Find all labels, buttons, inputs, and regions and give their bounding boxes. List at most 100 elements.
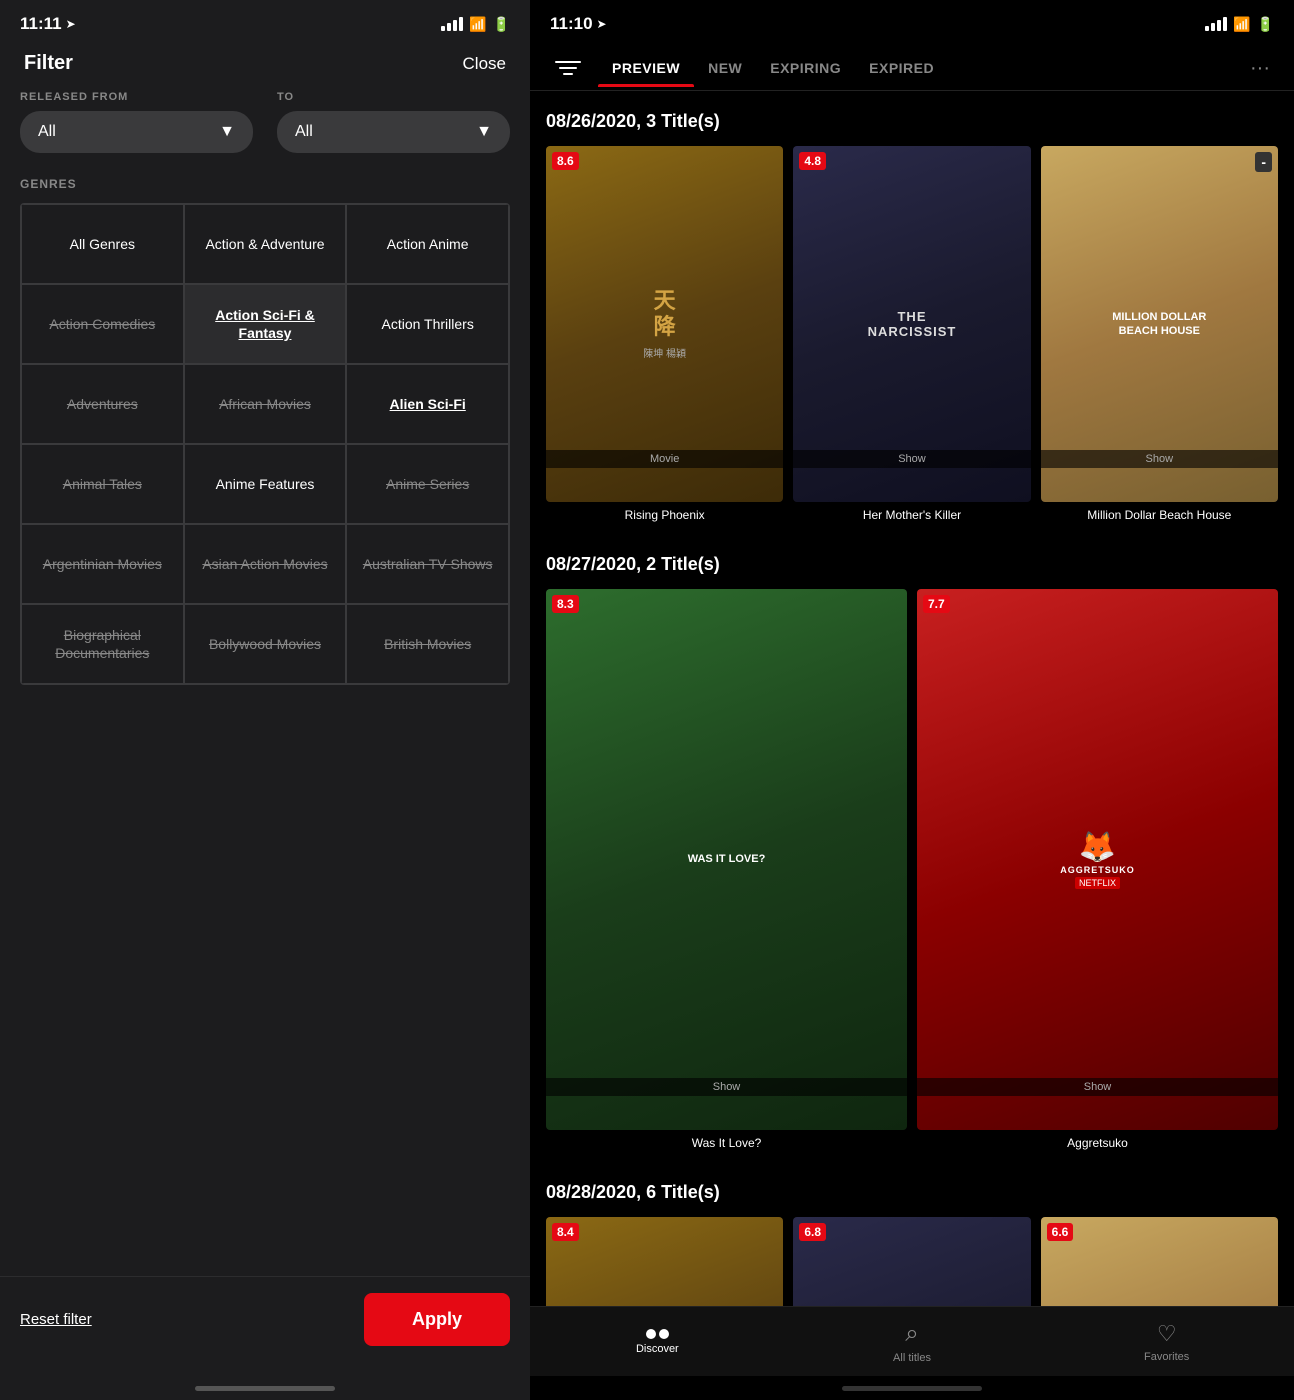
home-bar-right: [842, 1386, 982, 1391]
date-section: 08/28/2020, 6 Title(s)8.46.86.6: [530, 1162, 1294, 1306]
bottom-nav-discover[interactable]: Discover: [530, 1321, 785, 1363]
genre-cell[interactable]: Action Thrillers: [346, 284, 509, 364]
content-card[interactable]: THENARCISSIST 4.8ShowHer Mother's Killer: [793, 146, 1030, 524]
more-button[interactable]: ···: [1242, 49, 1278, 88]
genre-cell[interactable]: Anime Features: [184, 444, 347, 524]
rating-badge: 8.4: [552, 1223, 579, 1241]
battery-icon-left: 🔋: [493, 16, 510, 33]
bottom-tab-label: Discover: [636, 1343, 679, 1355]
to-dropdown[interactable]: All ▼: [277, 111, 510, 153]
card-thumbnail: 6.6: [1041, 1217, 1278, 1306]
location-icon-right: ➤: [597, 17, 607, 31]
favorites-icon: ♡: [1157, 1321, 1177, 1347]
genre-cell[interactable]: Asian Action Movies: [184, 524, 347, 604]
card-thumbnail: WAS IT LOVE? 8.3Show: [546, 589, 907, 1131]
bottom-tab-label: All titles: [893, 1352, 931, 1364]
time-right: 11:10: [550, 14, 593, 34]
genre-cell[interactable]: African Movies: [184, 364, 347, 444]
top-nav: PREVIEWNEWEXPIRINGEXPIRED ···: [530, 42, 1294, 91]
filter-panel: 11:11 ➤ 📶 🔋 Filter Close RELEASED FROM: [0, 0, 530, 1400]
status-bar-right: 11:10 ➤ 📶 🔋: [530, 0, 1294, 42]
home-indicator-right: [530, 1376, 1294, 1400]
nav-tab-expiring[interactable]: EXPIRING: [756, 50, 855, 86]
date-section: 08/27/2020, 2 Title(s) WAS IT LOVE? 8.3S…: [530, 534, 1294, 1162]
bottom-nav-favorites[interactable]: ♡ Favorites: [1039, 1313, 1294, 1371]
from-arrow: ▼: [219, 123, 235, 141]
status-icons-right: 📶 🔋: [1205, 16, 1274, 33]
genres-section: GENRES All GenresAction & AdventureActio…: [20, 177, 510, 685]
genre-cell[interactable]: Bollywood Movies: [184, 604, 347, 684]
filter-header: Filter Close: [0, 42, 530, 91]
content-panel: 11:10 ➤ 📶 🔋 PREVIEWNEWEXPIRINGEXPIRED: [530, 0, 1294, 1400]
genre-cell[interactable]: All Genres: [21, 204, 184, 284]
genre-cell[interactable]: Action Anime: [346, 204, 509, 284]
genre-cell[interactable]: Action Sci-Fi & Fantasy: [184, 284, 347, 364]
genre-cell[interactable]: Alien Sci-Fi: [346, 364, 509, 444]
bottom-nav: Discover ⌕All titles ♡ Favorites: [530, 1306, 1294, 1376]
card-title: Was It Love?: [546, 1136, 907, 1152]
home-bar-left: [195, 1386, 335, 1391]
content-card[interactable]: MILLION DOLLARBEACH HOUSE -Show Million D…: [1041, 146, 1278, 524]
battery-icon-right: 🔋: [1257, 16, 1274, 33]
content-card[interactable]: 8.4: [546, 1217, 783, 1306]
card-title: Rising Phoenix: [546, 508, 783, 524]
filter-icon-button[interactable]: [546, 46, 590, 90]
content-card[interactable]: 6.8: [793, 1217, 1030, 1306]
to-value: All: [295, 123, 313, 141]
genre-cell[interactable]: Australian TV Shows: [346, 524, 509, 604]
card-type-label: Show: [1041, 450, 1278, 468]
filter-footer: Reset filter Apply: [0, 1276, 530, 1376]
date-section: 08/26/2020, 3 Title(s) 天降 陳坤 楊穎 8.6Movie…: [530, 91, 1294, 534]
card-thumbnail: THENARCISSIST 4.8Show: [793, 146, 1030, 502]
rating-badge: 6.6: [1047, 1223, 1074, 1241]
location-icon-left: ➤: [66, 17, 76, 31]
nav-tabs: PREVIEWNEWEXPIRINGEXPIRED: [598, 50, 1242, 86]
card-type-label: Show: [917, 1078, 1278, 1096]
card-thumbnail: 🦊 AGGRETSUKO NETFLIX 7.7Show: [917, 589, 1278, 1131]
card-title: Million Dollar Beach House: [1041, 508, 1278, 524]
date-heading: 08/26/2020, 3 Title(s): [546, 111, 1278, 132]
genre-cell[interactable]: Adventures: [21, 364, 184, 444]
close-button[interactable]: Close: [463, 54, 506, 74]
content-card[interactable]: WAS IT LOVE? 8.3Show Was It Love?: [546, 589, 907, 1152]
genre-cell[interactable]: Argentinian Movies: [21, 524, 184, 604]
card-title: Aggretsuko: [917, 1136, 1278, 1152]
filter-title: Filter: [24, 52, 73, 75]
rating-badge: 4.8: [799, 152, 826, 170]
genre-grid: All GenresAction & AdventureAction Anime…: [20, 203, 510, 685]
genre-cell[interactable]: Biographical Documentaries: [21, 604, 184, 684]
apply-button[interactable]: Apply: [364, 1293, 510, 1346]
status-icons-left: 📶 🔋: [441, 16, 510, 33]
status-bar-left: 11:11 ➤ 📶 🔋: [0, 0, 530, 42]
date-heading: 08/27/2020, 2 Title(s): [546, 554, 1278, 575]
rating-badge: 7.7: [923, 595, 950, 613]
content-card[interactable]: 🦊 AGGRETSUKO NETFLIX 7.7ShowAggretsuko: [917, 589, 1278, 1152]
card-thumbnail: 8.4: [546, 1217, 783, 1306]
content-card[interactable]: 6.6: [1041, 1217, 1278, 1306]
genre-cell[interactable]: Action & Adventure: [184, 204, 347, 284]
content-card[interactable]: 天降 陳坤 楊穎 8.6MovieRising Phoenix: [546, 146, 783, 524]
to-group: TO All ▼: [277, 91, 510, 153]
card-type-label: Movie: [546, 450, 783, 468]
wifi-icon-left: 📶: [469, 16, 486, 33]
card-thumbnail: 6.8: [793, 1217, 1030, 1306]
nav-tab-expired[interactable]: EXPIRED: [855, 50, 948, 86]
signal-left: [441, 17, 463, 31]
nav-tab-new[interactable]: NEW: [694, 50, 756, 86]
cards-row: 天降 陳坤 楊穎 8.6MovieRising Phoenix THENARCI…: [546, 146, 1278, 524]
nav-tab-preview[interactable]: PREVIEW: [598, 50, 694, 86]
bottom-nav-all-titles[interactable]: ⌕All titles: [785, 1312, 1040, 1372]
genre-cell[interactable]: British Movies: [346, 604, 509, 684]
genre-cell[interactable]: Animal Tales: [21, 444, 184, 524]
bottom-tab-label: Favorites: [1144, 1351, 1189, 1363]
to-label: TO: [277, 91, 510, 103]
card-type-label: Show: [793, 450, 1030, 468]
genre-cell[interactable]: Action Comedies: [21, 284, 184, 364]
from-dropdown[interactable]: All ▼: [20, 111, 253, 153]
filter-body: RELEASED FROM All ▼ TO All ▼ GENRES All …: [0, 91, 530, 1276]
reset-button[interactable]: Reset filter: [20, 1311, 92, 1328]
wifi-icon-right: 📶: [1233, 16, 1250, 33]
card-type-label: Show: [546, 1078, 907, 1096]
card-thumbnail: MILLION DOLLARBEACH HOUSE -Show: [1041, 146, 1278, 502]
genre-cell[interactable]: Anime Series: [346, 444, 509, 524]
